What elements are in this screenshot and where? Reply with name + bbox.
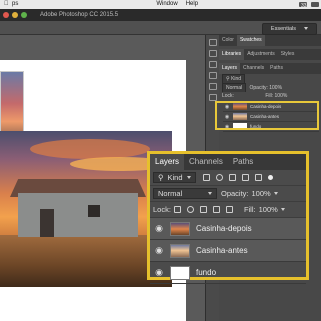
layer-name: fundo xyxy=(196,268,217,277)
tab-channels[interactable]: Channels xyxy=(184,154,228,170)
lock-position-icon[interactable] xyxy=(199,206,207,213)
cloud-shape xyxy=(30,139,150,159)
lock-pixels-icon[interactable] xyxy=(186,206,194,213)
paragraph-icon[interactable] xyxy=(208,83,217,90)
menu-photoshop[interactable]: ps xyxy=(8,0,22,9)
adjustment-filter-icon[interactable] xyxy=(215,174,223,181)
zoom-icon[interactable] xyxy=(21,12,27,18)
tab-paths[interactable]: Paths xyxy=(228,154,258,170)
apple-menu-icon[interactable]:  xyxy=(0,0,9,9)
layers-panel-zoom: Layers Channels Paths ⚲ Kind Normal Opac… xyxy=(147,151,309,284)
lock-all-icon[interactable] xyxy=(225,206,233,213)
chevron-down-icon xyxy=(208,192,212,195)
tab-adjustments[interactable]: Adjustments xyxy=(244,49,278,60)
photoshop-window:  ps Window Help 33 Adobe Photoshop CC 2… xyxy=(0,0,321,321)
eye-icon[interactable]: ◉ xyxy=(150,245,168,256)
fill-label: Fill: xyxy=(243,205,256,214)
brush-icon[interactable] xyxy=(208,61,217,68)
eye-icon[interactable]: ◉ xyxy=(150,267,168,278)
layer-name: Casinha-antes xyxy=(196,246,248,255)
filter-row: ⚲ Kind xyxy=(150,170,306,186)
window-controls xyxy=(3,12,27,18)
type-filter-icon[interactable] xyxy=(228,174,236,181)
fill-value[interactable]: 100% xyxy=(259,205,278,214)
tab-swatches[interactable]: Swatches xyxy=(236,35,265,46)
opacity-label: Opacity: xyxy=(221,189,249,198)
house-window xyxy=(88,205,100,217)
tab-libraries[interactable]: Libraries xyxy=(219,49,245,60)
kind-row-small: ⚲ Kind xyxy=(219,74,321,83)
blend-row-small: Normal Opacity: 100% xyxy=(219,83,321,92)
tab-paths-small[interactable]: Paths xyxy=(267,63,286,74)
mac-menu-bar:  ps Window Help 33 xyxy=(0,0,321,9)
layer-thumbnail xyxy=(170,221,190,236)
chevron-down-icon[interactable] xyxy=(280,208,285,211)
opacity-value[interactable]: 100% xyxy=(252,189,271,198)
layer-tabs: Layers Channels Paths xyxy=(150,154,306,170)
workspace-switcher[interactable]: Essentials xyxy=(261,23,317,35)
character-icon[interactable] xyxy=(208,72,217,79)
layer-row[interactable]: ◉ Casinha-depois xyxy=(150,218,306,240)
eye-icon[interactable]: ◉ xyxy=(150,223,168,234)
lock-transparency-icon[interactable] xyxy=(173,206,181,213)
notification-badge[interactable]: 33 xyxy=(299,2,307,9)
layer-thumbnail xyxy=(170,265,190,280)
color-tabs: Color Swatches xyxy=(219,35,321,46)
battery-icon xyxy=(311,2,319,7)
blend-mode-small[interactable]: Normal xyxy=(222,83,247,92)
lock-row-small: Lock: Fill: 100% xyxy=(219,92,321,101)
app-title: Adobe Photoshop CC 2015.5 xyxy=(40,12,119,18)
opacity-value-small[interactable]: 100% xyxy=(269,85,282,91)
lock-row: Lock: Fill: 100% xyxy=(150,202,306,218)
history-icon[interactable] xyxy=(208,39,217,46)
options-bar: Essentials xyxy=(0,21,321,35)
kind-filter-select[interactable]: ⚲ Kind xyxy=(153,172,196,183)
pixel-filter-icon[interactable] xyxy=(202,174,210,181)
menu-window[interactable]: Window xyxy=(152,0,181,9)
layer-tabs-small: Layers Channels Paths xyxy=(219,63,321,74)
close-icon[interactable] xyxy=(3,12,9,18)
opacity-label-small: Opacity: xyxy=(249,85,268,91)
tab-layers-small[interactable]: Layers xyxy=(219,63,241,74)
chevron-down-icon xyxy=(186,176,191,179)
minimize-icon[interactable] xyxy=(12,12,18,18)
status-icons: 33 xyxy=(299,0,319,9)
menu-help[interactable]: Help xyxy=(182,0,202,9)
tab-layers[interactable]: Layers xyxy=(150,154,185,170)
house-door xyxy=(40,209,54,237)
house-wall xyxy=(18,193,138,237)
layer-thumbnail xyxy=(170,243,190,258)
tab-channels-small[interactable]: Channels xyxy=(240,63,267,74)
layer-name: Casinha-depois xyxy=(196,224,252,233)
app-title-bar: Adobe Photoshop CC 2015.5 xyxy=(0,9,321,21)
smart-object-filter-icon[interactable] xyxy=(254,174,262,181)
shape-filter-icon[interactable] xyxy=(241,174,249,181)
layer-row[interactable]: ◉ Casinha-antes xyxy=(150,240,306,262)
fill-label-small: Fill: xyxy=(265,93,274,99)
blend-mode-select[interactable]: Normal xyxy=(153,188,217,199)
tab-color[interactable]: Color xyxy=(219,35,237,46)
chevron-down-icon[interactable] xyxy=(273,192,278,195)
properties-icon[interactable] xyxy=(208,50,217,57)
info-icon[interactable] xyxy=(208,94,217,101)
filter-toggle-icon[interactable] xyxy=(267,175,273,180)
library-tabs: Libraries Adjustments Styles xyxy=(219,49,321,60)
selection-highlight-small xyxy=(215,101,319,130)
lock-label: Lock: xyxy=(153,205,171,214)
lock-label-small: Lock: xyxy=(222,93,234,99)
lock-artboard-icon[interactable] xyxy=(212,206,220,213)
blend-row: Normal Opacity: 100% xyxy=(150,186,306,202)
layer-row[interactable]: ◉ fundo xyxy=(150,262,306,284)
tab-styles[interactable]: Styles xyxy=(278,49,298,60)
search-icon: ⚲ xyxy=(158,173,164,182)
fill-value-small[interactable]: 100% xyxy=(275,93,288,99)
kind-filter-small[interactable]: ⚲ Kind xyxy=(222,74,246,83)
